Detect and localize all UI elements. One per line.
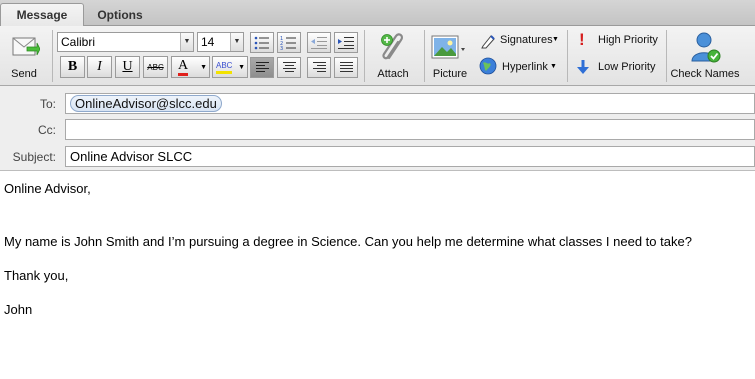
align-left-button[interactable] (250, 57, 274, 78)
underline-glyph: U (122, 59, 133, 74)
chevron-down-icon: ▼ (552, 36, 559, 43)
highlight-button[interactable]: ABC ▼ (212, 56, 248, 78)
highlight-icon: ABC (216, 61, 233, 74)
send-label: Send (11, 68, 37, 80)
font-color-icon: A (178, 58, 189, 76)
chevron-down-icon: ▼ (550, 63, 557, 70)
font-color-button[interactable]: A ▼ (171, 56, 210, 78)
attach-button[interactable]: Attach (369, 28, 417, 84)
chevron-down-icon: ▼ (230, 33, 243, 51)
align-left-icon (256, 62, 269, 74)
justify-button[interactable] (334, 57, 358, 78)
picture-icon (431, 35, 465, 59)
bullet-list-icon (254, 36, 269, 50)
picture-label: Picture (432, 68, 468, 80)
contact-check-icon (691, 32, 721, 63)
font-size-select[interactable]: 14 ▼ (197, 32, 244, 52)
numbered-list-icon: 1 2 3 (280, 36, 296, 52)
paperclip-icon (381, 33, 404, 60)
tab-bar: Message Options (0, 0, 755, 26)
font-size-value: 14 (201, 35, 215, 49)
high-priority-button[interactable]: ! High Priority (576, 30, 662, 50)
body-paragraph: My name is John Smith and I’m pursuing a… (4, 234, 692, 249)
attach-label: Attach (377, 68, 409, 80)
cc-field[interactable] (65, 119, 755, 140)
strikethrough-button[interactable]: ABC (143, 56, 168, 78)
hyperlink-label: Hyperlink (502, 61, 548, 73)
subject-field[interactable]: Online Advisor SLCC (65, 146, 755, 167)
cc-label: Cc: (38, 123, 56, 137)
pen-icon (481, 35, 495, 49)
picture-button[interactable]: Picture (428, 28, 472, 84)
body-signature: John (4, 302, 33, 317)
send-icon (12, 37, 40, 56)
tab-options[interactable]: Options (84, 3, 156, 26)
low-priority-label: Low Priority (598, 61, 656, 73)
message-body[interactable]: Online Advisor, My name is John Smith an… (0, 172, 755, 379)
recipient-chip[interactable]: OnlineAdvisor@slcc.edu (70, 95, 222, 112)
to-label: To: (39, 97, 56, 111)
send-button[interactable]: Send (2, 28, 46, 84)
message-header: To: OnlineAdvisor@slcc.edu Cc: Subject: … (0, 86, 755, 171)
chevron-down-icon: ▼ (238, 63, 245, 71)
decrease-indent-button[interactable] (307, 32, 331, 53)
to-field[interactable]: OnlineAdvisor@slcc.edu (65, 93, 755, 114)
check-names-label: Check Names (670, 68, 740, 80)
subject-label: Subject: (12, 150, 56, 164)
chevron-down-icon: ▼ (200, 63, 207, 71)
body-closing: Thank you, (4, 268, 69, 283)
svg-text:3: 3 (280, 46, 283, 52)
italic-glyph: I (97, 59, 102, 74)
align-right-icon (313, 62, 326, 74)
chevron-down-icon: ▼ (180, 33, 193, 51)
globe-icon (479, 57, 497, 75)
increase-indent-button[interactable] (334, 32, 358, 53)
strike-glyph: ABC (147, 62, 164, 72)
indent-icon (338, 37, 354, 49)
high-priority-label: High Priority (598, 34, 658, 46)
tab-message[interactable]: Message (0, 3, 84, 26)
hyperlink-button[interactable]: Hyperlink ▼ (479, 57, 562, 77)
bold-button[interactable]: B (60, 56, 85, 78)
font-name-select[interactable]: Calibri ▼ (57, 32, 194, 52)
outdent-icon (311, 37, 327, 49)
signatures-button[interactable]: Signatures ▼ (480, 32, 562, 50)
align-right-button[interactable] (307, 57, 331, 78)
bullet-list-button[interactable] (250, 32, 274, 53)
signatures-label: Signatures (500, 34, 553, 46)
low-priority-button[interactable]: Low Priority (576, 57, 662, 77)
align-center-icon (283, 62, 296, 74)
numbered-list-button[interactable]: 1 2 3 (277, 32, 301, 53)
italic-button[interactable]: I (87, 56, 112, 78)
font-name-value: Calibri (61, 35, 96, 49)
exclamation-icon: ! (579, 30, 585, 49)
ribbon-toolbar: Send Calibri ▼ 14 ▼ B I U ABC A ▼ ABC ▼ … (0, 26, 755, 86)
arrow-down-icon (577, 60, 589, 74)
bold-glyph: B (67, 59, 78, 74)
underline-button[interactable]: U (115, 56, 140, 78)
check-names-button[interactable]: Check Names (669, 28, 741, 84)
align-center-button[interactable] (277, 57, 301, 78)
justify-icon (340, 62, 353, 74)
body-greeting: Online Advisor, (4, 181, 91, 196)
